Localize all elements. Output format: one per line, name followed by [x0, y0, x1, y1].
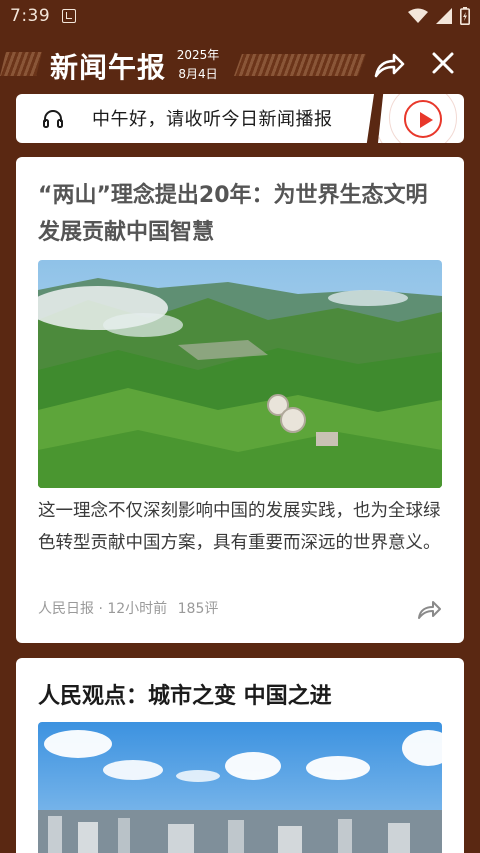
app-notification-icon	[62, 9, 77, 23]
article-image-mountain[interactable]	[38, 260, 442, 488]
play-box[interactable]	[378, 94, 464, 143]
article-comments[interactable]: 185评	[178, 601, 219, 617]
wifi-icon	[408, 8, 428, 23]
battery-icon	[460, 7, 470, 25]
header-date-year: 2025年	[176, 48, 220, 62]
close-icon[interactable]	[428, 48, 458, 78]
header-date: 2025年 8月4日	[176, 46, 220, 84]
signal-icon	[436, 8, 452, 24]
article-card[interactable]: 人民观点：城市之变 中国之进	[16, 658, 464, 853]
status-bar: 7:39	[0, 0, 480, 32]
page-title: 新闻午报	[50, 51, 167, 84]
article-title[interactable]: 人民观点：城市之变 中国之进	[38, 678, 442, 715]
article-time: 12小时前	[107, 601, 168, 617]
article-meta: 人民日报 · 12小时前 185评	[38, 598, 218, 618]
header-date-day: 8月4日	[178, 67, 218, 81]
article-title[interactable]: “两山”理念提出20年：为世界生态文明发展贡献中国智慧	[38, 177, 442, 251]
article-source: 人民日报	[38, 601, 94, 617]
share-icon[interactable]	[372, 48, 406, 82]
header-decoration-right	[234, 54, 366, 76]
article-card[interactable]: “两山”理念提出20年：为世界生态文明发展贡献中国智慧 这一理念不仅深刻影响中国…	[16, 157, 464, 643]
status-time: 7:39	[10, 6, 51, 26]
headphones-icon	[43, 110, 63, 128]
article-summary: 这一理念不仅深刻影响中国的发展实践，也为全球绿色转型贡献中国方案，具有重要而深远…	[38, 501, 441, 553]
audio-broadcast-text[interactable]: 中午好，请收听今日新闻播报	[92, 105, 333, 131]
status-icons	[408, 7, 470, 25]
article-image-city[interactable]	[38, 722, 442, 853]
play-button[interactable]	[404, 100, 442, 138]
header: 新闻午报 2025年 8月4日	[0, 40, 480, 92]
header-decoration-left	[0, 52, 42, 76]
news-screen: 7:39 新闻午报 2025年 8月4日 中午好，请收听今日新闻播报 “两山”理…	[0, 0, 480, 853]
share-icon[interactable]	[416, 597, 442, 621]
